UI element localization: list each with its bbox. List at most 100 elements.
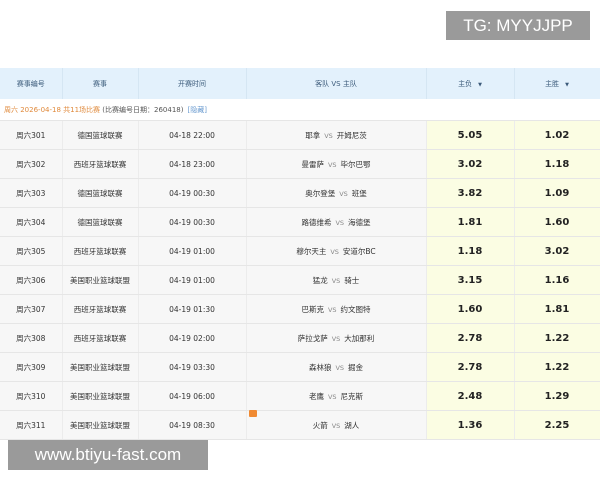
league: 西班牙篮球联赛 [62, 323, 139, 353]
header-lose-label: 主负 [458, 79, 473, 88]
away-team[interactable]: 萨拉戈萨 [298, 334, 328, 343]
start-time: 04-19 00:30 [138, 207, 247, 237]
odds-lose[interactable]: 2.78 [426, 323, 515, 353]
away-team[interactable]: 森林狼 [309, 363, 332, 372]
odds-lose[interactable]: 1.60 [426, 294, 515, 324]
odds-win[interactable]: 3.02 [514, 236, 600, 266]
sort-arrow-icon[interactable]: ▼ [565, 82, 569, 88]
date-code: (比赛编号日期：260418) [102, 105, 184, 114]
home-team[interactable]: 班堡 [352, 189, 367, 198]
vs-label: VS [327, 160, 337, 169]
start-time: 04-19 06:00 [138, 381, 247, 411]
match-num: 周六304 [0, 207, 63, 237]
teams: 穆尔天主 VS 安道尔BC [246, 236, 427, 266]
vs-label: VS [335, 363, 345, 372]
odds-win[interactable]: 1.18 [514, 149, 600, 179]
home-team[interactable]: 毕尔巴鄂 [341, 160, 371, 169]
league: 德国篮球联赛 [62, 178, 139, 208]
odds-table: 赛事编号 赛事 开赛时间 客队 VS 主队 主负 ▼ 主胜 ▼ 周六 2026-04… [0, 68, 600, 440]
odds-lose[interactable]: 1.81 [426, 207, 515, 237]
away-team[interactable]: 穆尔天主 [296, 247, 326, 256]
odds-lose[interactable]: 3.02 [426, 149, 515, 179]
vs-label: VS [327, 392, 337, 401]
home-team[interactable]: 骑士 [344, 276, 359, 285]
header-lose[interactable]: 主负 ▼ [426, 68, 515, 99]
odds-win[interactable]: 1.16 [514, 265, 600, 295]
teams: 巴斯克 VS 约文图特 [246, 294, 427, 324]
match-num: 周六310 [0, 381, 63, 411]
league: 美国职业篮球联盟 [62, 410, 139, 440]
odds-win[interactable]: 1.29 [514, 381, 600, 411]
away-team[interactable]: 火箭 [313, 421, 328, 430]
teams: 奥尔登堡 VS 班堡 [246, 178, 427, 208]
odds-win[interactable]: 1.02 [514, 120, 600, 150]
league: 西班牙篮球联赛 [62, 149, 139, 179]
vs-label: VS [335, 218, 345, 227]
start-time: 04-19 08:30 [138, 410, 247, 440]
match-num: 周六308 [0, 323, 63, 353]
match-num: 周六311 [0, 410, 63, 440]
odds-lose[interactable]: 1.18 [426, 236, 515, 266]
match-row: 周六303 德国篮球联赛 04-19 00:30 奥尔登堡 VS 班堡 3.82 1… [0, 178, 600, 208]
odds-win[interactable]: 1.09 [514, 178, 600, 208]
date-info-row: 周六 2026-04-18 共11场比赛 (比赛编号日期：260418) [隐藏] [0, 99, 600, 121]
odds-lose[interactable]: 2.48 [426, 381, 515, 411]
home-team[interactable]: 海德堡 [348, 218, 371, 227]
match-num: 周六303 [0, 178, 63, 208]
date-summary: 周六 2026-04-18 共11场比赛 [4, 105, 101, 114]
start-time: 04-19 02:00 [138, 323, 247, 353]
away-team[interactable]: 耶拿 [305, 131, 320, 140]
teams: 曼雷萨 VS 毕尔巴鄂 [246, 149, 427, 179]
vs-label: VS [331, 276, 341, 285]
odds-lose[interactable]: 1.36 [426, 410, 515, 440]
odds-win[interactable]: 1.81 [514, 294, 600, 324]
header-time: 开赛时间 [138, 68, 247, 99]
match-num: 周六309 [0, 352, 63, 382]
home-team[interactable]: 湖人 [344, 421, 359, 430]
home-team[interactable]: 约文图特 [341, 305, 371, 314]
start-time: 04-19 01:30 [138, 294, 247, 324]
table-header: 赛事编号 赛事 开赛时间 客队 VS 主队 主负 ▼ 主胜 ▼ [0, 68, 600, 99]
match-row: 周六304 德国篮球联赛 04-19 00:30 路德维希 VS 海德堡 1.81 … [0, 207, 600, 237]
home-team[interactable]: 尼克斯 [341, 392, 364, 401]
vs-label: VS [331, 334, 341, 343]
teams: 猛龙 VS 骑士 [246, 265, 427, 295]
teams: 路德维希 VS 海德堡 [246, 207, 427, 237]
teams: 萨拉戈萨 VS 大加那利 [246, 323, 427, 353]
away-team[interactable]: 奥尔登堡 [305, 189, 335, 198]
odds-lose[interactable]: 3.15 [426, 265, 515, 295]
vs-label: VS [330, 247, 339, 256]
home-team[interactable]: 开姆尼茨 [337, 131, 367, 140]
match-row: 周六301 德国篮球联赛 04-18 22:00 耶拿 VS 开姆尼茨 5.05 1… [0, 120, 600, 150]
teams: 火箭 VS 湖人 [246, 410, 427, 440]
match-num: 周六302 [0, 149, 63, 179]
home-team[interactable]: 安道尔BC [343, 247, 376, 256]
away-team[interactable]: 猛龙 [313, 276, 328, 285]
odds-lose[interactable]: 3.82 [426, 178, 515, 208]
away-team[interactable]: 老鹰 [309, 392, 324, 401]
home-team[interactable]: 掘金 [348, 363, 363, 372]
odds-win[interactable]: 1.22 [514, 352, 600, 382]
away-team[interactable]: 路德维希 [301, 218, 331, 227]
vs-label: VS [327, 305, 337, 314]
match-num: 周六307 [0, 294, 63, 324]
odds-lose[interactable]: 2.78 [426, 352, 515, 382]
away-team[interactable]: 巴斯克 [301, 305, 324, 314]
start-time: 04-19 00:30 [138, 178, 247, 208]
sort-arrow-icon[interactable]: ▼ [478, 82, 482, 88]
hide-link[interactable]: [隐藏] [187, 106, 206, 114]
header-win-label: 主胜 [545, 79, 560, 88]
teams: 老鹰 VS 尼克斯 [246, 381, 427, 411]
tg-watermark: TG: MYYJJPP [446, 11, 590, 40]
odds-win[interactable]: 1.60 [514, 207, 600, 237]
home-team[interactable]: 大加那利 [344, 334, 374, 343]
match-num: 周六301 [0, 120, 63, 150]
teams: 森林狼 VS 掘金 [246, 352, 427, 382]
header-teams: 客队 VS 主队 [246, 68, 427, 99]
start-time: 04-18 23:00 [138, 149, 247, 179]
odds-lose[interactable]: 5.05 [426, 120, 515, 150]
odds-win[interactable]: 2.25 [514, 410, 600, 440]
header-win[interactable]: 主胜 ▼ [514, 68, 600, 99]
odds-win[interactable]: 1.22 [514, 323, 600, 353]
away-team[interactable]: 曼雷萨 [301, 160, 324, 169]
